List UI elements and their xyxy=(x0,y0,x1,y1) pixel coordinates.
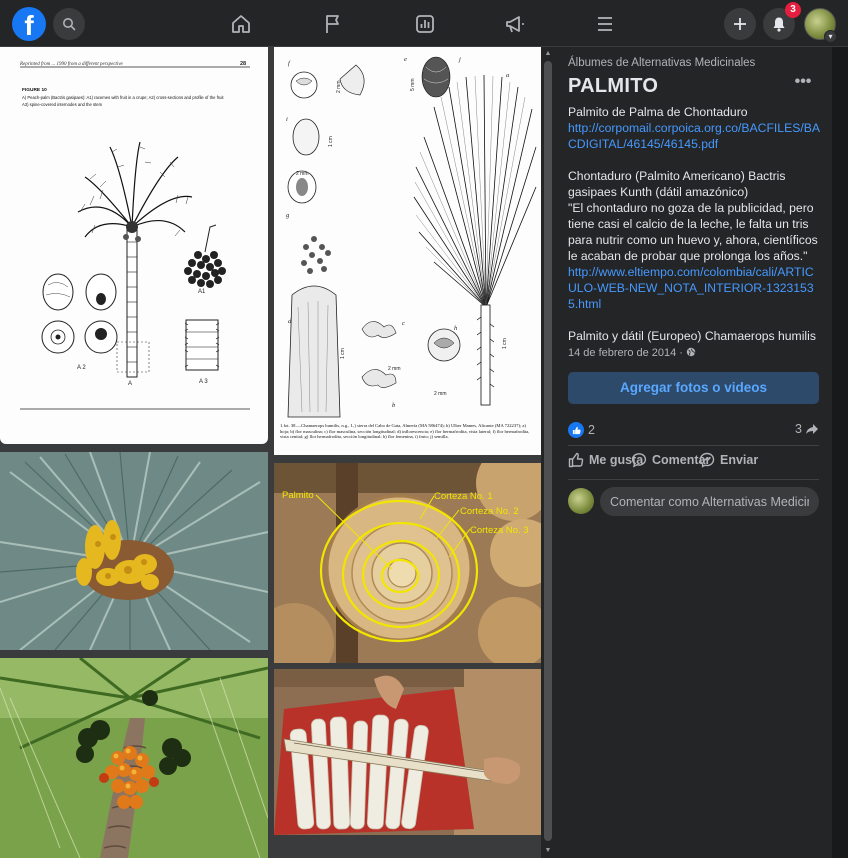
create-button[interactable] xyxy=(724,8,756,40)
hamburger-menu-icon xyxy=(598,17,612,31)
scroll-down-arrow-icon[interactable]: ▼ xyxy=(544,847,552,855)
plate-label-a: a xyxy=(506,72,509,79)
facebook-logo-icon[interactable]: f xyxy=(12,7,46,41)
like-reaction-icon xyxy=(568,422,584,438)
plate-scale-5: 1 cm xyxy=(340,348,346,359)
post-actions: Me gusta Comentar Enviar xyxy=(568,452,819,474)
album-date[interactable]: 14 de febrero de 2014 · xyxy=(568,347,696,359)
nav-ads[interactable] xyxy=(501,10,529,38)
plate-label-i: i xyxy=(286,116,288,123)
figure-caption-b: A3) spine-covered internodes and the ste… xyxy=(22,102,103,107)
window-edge xyxy=(832,47,848,858)
plate-scale-2: 5 mm xyxy=(410,79,416,92)
figure-label-a: A xyxy=(128,381,132,387)
photo-grid-scrollbar[interactable]: ▲ ▼ xyxy=(541,47,555,858)
search-button[interactable] xyxy=(53,8,85,40)
photo-chontaduro-bunches[interactable] xyxy=(0,658,268,858)
messenger-icon xyxy=(699,452,715,468)
description-quote: "El chontaduro no goza de la publicidad,… xyxy=(568,201,818,263)
album-description: Palmito de Palma de Chontaduro http://co… xyxy=(568,104,821,344)
photo-palm-inflorescence[interactable] xyxy=(0,452,268,650)
divider xyxy=(568,479,819,480)
cross-section-label-corteza-1: Corteza No. 1 xyxy=(434,491,493,502)
cross-section-label-corteza-3: Corteza No. 3 xyxy=(470,525,529,536)
album-title: PALMITO xyxy=(568,75,659,97)
album-details-panel: Álbumes de Alternativas Medicinales PALM… xyxy=(555,47,832,858)
scroll-up-arrow-icon[interactable]: ▲ xyxy=(544,50,552,58)
plate-label-e: e xyxy=(404,56,407,63)
photo-palmito-cross-section[interactable]: Palmito Corteza No. 1 Corteza No. 2 Cort… xyxy=(274,463,541,663)
album-photo-grid: Reprinted from ... 1990 from a different… xyxy=(0,47,541,858)
nav-insights[interactable] xyxy=(411,10,439,38)
chevron-down-icon[interactable]: ▾ xyxy=(824,30,837,43)
top-navigation-bar: f 3 ▾ xyxy=(0,0,848,47)
home-icon xyxy=(232,15,250,33)
plate-scale-7: 1 cm xyxy=(502,338,508,349)
plate-scale-1: 2 mm xyxy=(336,81,342,94)
plate-scale-6: 2 mm xyxy=(388,366,401,372)
comment-input[interactable] xyxy=(600,487,819,516)
figure-number: FIGURE 10 xyxy=(22,87,47,93)
plate-scale-4: 2 mm xyxy=(296,171,309,177)
notifications-button[interactable]: 3 xyxy=(763,2,801,40)
send-button[interactable]: Enviar xyxy=(699,452,758,468)
nav-pages[interactable] xyxy=(319,10,347,38)
plate-label-c: c xyxy=(402,320,405,327)
link-corpoica-pdf[interactable]: http://corpomail.corpoica.org.co/BACFILE… xyxy=(568,121,820,151)
chart-icon xyxy=(416,15,434,33)
more-options-icon[interactable]: ••• xyxy=(793,74,813,95)
megaphone-icon xyxy=(506,16,524,33)
plate-scale-3: 1 cm xyxy=(328,136,334,147)
add-photos-button[interactable]: Agregar fotos o videos xyxy=(568,372,819,404)
figure-label-a1: A1 xyxy=(198,289,206,295)
figure-caption-a: A) Peach-palm (Bactris gasipaes): A1) ra… xyxy=(22,95,224,100)
description-text-2: Chontaduro (Palmito Americano) Bactris g… xyxy=(568,169,786,199)
globe-icon xyxy=(686,347,696,357)
description-text-3: Palmito y dátil (Europeo) Chamaerops hum… xyxy=(568,329,816,343)
photo-harvested-palmito[interactable] xyxy=(274,669,541,835)
plate-label-h: h xyxy=(454,325,457,332)
description-text-1: Palmito de Palma de Chontaduro xyxy=(568,105,748,119)
photo-chamaerops-plate[interactable]: f e j a i g d c h b 2 mm 5 mm 1 cm 2 mm … xyxy=(274,47,541,455)
thumbs-up-icon xyxy=(568,452,584,468)
photo-peach-palm-figure[interactable]: Reprinted from ... 1990 from a different… xyxy=(0,47,268,444)
plate-label-j: j xyxy=(458,56,461,63)
commenter-avatar xyxy=(568,488,594,514)
share-arrow-icon xyxy=(805,424,818,434)
flag-icon xyxy=(326,15,339,33)
reactions-summary[interactable]: 2 xyxy=(568,422,595,438)
bell-icon xyxy=(773,17,785,32)
scrollbar-thumb[interactable] xyxy=(544,61,552,841)
plate-caption: 1.fot. 38.—Chamaerops humilis, n.g., I.,… xyxy=(280,423,530,440)
comment-bubble-icon xyxy=(631,453,647,468)
plus-icon xyxy=(734,18,746,30)
cross-section-label-corteza-2: Corteza No. 2 xyxy=(460,506,519,517)
link-eltiempo-article[interactable]: http://www.eltiempo.com/colombia/cali/AR… xyxy=(568,265,814,311)
nav-home[interactable] xyxy=(227,10,255,38)
cross-section-label-palmito: Palmito xyxy=(282,490,314,501)
figure-label-a2: A 2 xyxy=(77,365,86,371)
figure-page-number: 28 xyxy=(240,61,246,67)
figure-label-a3: A 3 xyxy=(199,379,208,385)
notifications-badge: 3 xyxy=(785,2,801,18)
divider xyxy=(568,445,819,446)
figure-header-text: Reprinted from ... 1990 from a different… xyxy=(19,62,124,67)
nav-menu[interactable] xyxy=(591,10,619,38)
album-source-name[interactable]: Álbumes de Alternativas Medicinales xyxy=(568,57,755,69)
search-icon xyxy=(63,18,76,31)
plate-scale-8: 2 mm xyxy=(434,391,447,397)
shares-summary[interactable]: 3 xyxy=(795,422,819,436)
